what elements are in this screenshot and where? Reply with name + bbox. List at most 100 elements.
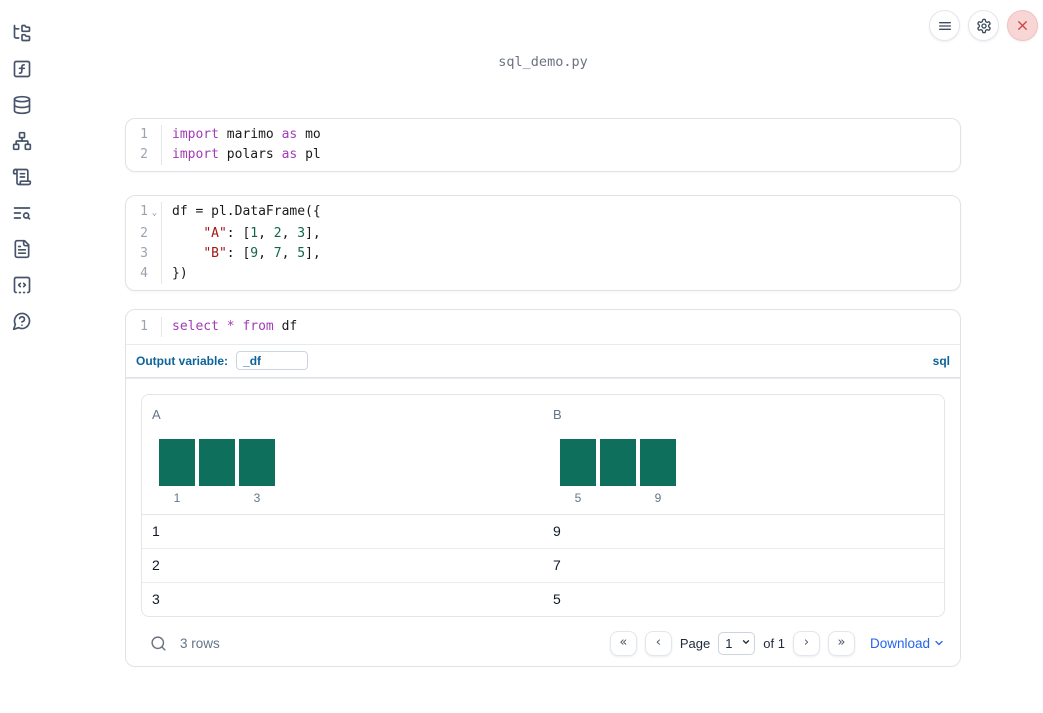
notebook: sql_demo.py 1 import marimo as mo 2 import … [125,0,961,667]
sidebar [0,0,44,713]
code-editor[interactable]: 1 select * from df [126,310,960,344]
column-name: B [553,407,562,422]
token: as [281,127,298,142]
code-editor[interactable]: 1 import marimo as mo 2 import polars as pl [126,119,960,171]
token: : [ [226,226,251,241]
token: df = pl.DataFrame({ [172,204,321,219]
token: "B" [203,246,227,261]
prev-page-button[interactable]: ‹ [644,630,672,656]
sidebar-item-documentation[interactable] [4,231,40,267]
table-footer: 3 rows « ‹ Page 1 of 1 › » Download [141,617,945,669]
code-line: 2 import polars as pl [126,145,960,165]
token: mo [297,127,321,142]
first-page-button[interactable]: « [609,630,637,656]
table-cell: 7 [553,557,561,573]
code-line: 1 select * from df [126,317,960,337]
table-header-row: A13 B 59 [142,395,944,515]
cell-output-panel: A13B59 192735 3 rows « ‹ Page 1 of 1 › »… [125,378,961,667]
line-number: 1 [140,127,148,142]
code-text: df = pl.DataFrame({ [162,202,321,224]
axis-min-label: 1 [173,491,181,505]
last-page-button[interactable]: » [827,630,855,656]
line-number: 3 [140,246,148,261]
token: pl [297,147,321,162]
table-cell: 1 [152,523,160,539]
settings-button[interactable] [968,10,999,41]
download-button[interactable]: Download [870,636,945,651]
shutdown-button[interactable] [1007,10,1038,41]
column-header[interactable]: A13 [142,395,543,514]
sidebar-item-tracebacks[interactable] [4,195,40,231]
sidebar-item-file-explorer[interactable] [4,15,40,51]
database-icon [13,95,31,115]
page-total-label: of 1 [763,635,785,651]
code-line: 4}) [126,264,960,284]
histogram-bars [159,439,275,486]
sidebar-item-snippets[interactable] [4,267,40,303]
token: "A" [203,226,227,241]
search-icon [151,635,166,651]
token: 3 [297,226,306,241]
histogram-bar [640,439,676,486]
sidebar-item-variables[interactable] [4,51,40,87]
histogram-bar [600,439,636,486]
line-number: 2 [140,226,148,241]
help-bubble-icon [12,312,31,331]
chevron-down-icon [935,640,943,646]
token: as [281,147,298,162]
sidebar-item-logs[interactable] [4,159,40,195]
table-search-button[interactable] [150,635,167,652]
table-row: 35 [142,583,944,616]
code-text: import polars as pl [162,145,321,165]
token: 7 [273,246,282,261]
function-square-icon [13,60,31,78]
line-number: 1 [140,204,148,219]
token: marimo [218,127,282,142]
output-variable-input[interactable] [236,351,309,370]
sidebar-item-help[interactable] [4,303,40,339]
table-cell: 2 [152,557,160,573]
histogram-bars [560,439,676,486]
token: }) [172,266,188,281]
token: , [258,226,274,241]
sidebar-item-dependency-graph[interactable] [4,123,40,159]
line-gutter: 2 [126,224,162,244]
network-icon [12,131,32,151]
token: from [242,319,274,334]
next-page-button[interactable]: › [792,630,820,656]
sidebar-item-datasources[interactable] [4,87,40,123]
histogram-bar [199,439,235,486]
table-body: 192735 [142,515,944,616]
token: * [226,319,235,334]
fold-chevron-icon[interactable]: ⌄ [148,202,161,224]
token: , [258,246,274,261]
line-number: 2 [140,147,148,162]
line-number: 4 [140,266,148,281]
table-cell: 3 [152,591,160,607]
histogram-bar [239,439,275,486]
axis-min-label: 5 [574,491,582,505]
code-text: "B": [9, 7, 5], [162,244,320,264]
token: import [172,147,219,162]
code-editor[interactable]: 1 ⌄ df = pl.DataFrame({2 "A": [1, 2, 3], 3 … [126,196,960,290]
line-gutter: 1 ⌄ [126,202,162,224]
histogram-axis-labels: 59 [560,491,676,506]
page-select[interactable]: 1 [718,631,756,655]
code-cell-dataframe: 1 ⌄ df = pl.DataFrame({2 "A": [1, 2, 3], 3 … [125,195,961,291]
token: , [281,226,298,241]
sql-cell: 1 select * from df Output variable: sql [125,309,961,378]
column-header[interactable]: B 59 [543,395,944,514]
notebook-filename[interactable]: sql_demo.py [125,54,961,70]
line-gutter: 1 [126,125,162,145]
code-line: 3 "B": [9, 7, 5], [126,244,960,264]
histogram-bar [560,439,596,486]
token: df [273,319,298,334]
code-snippet-icon [13,276,31,294]
